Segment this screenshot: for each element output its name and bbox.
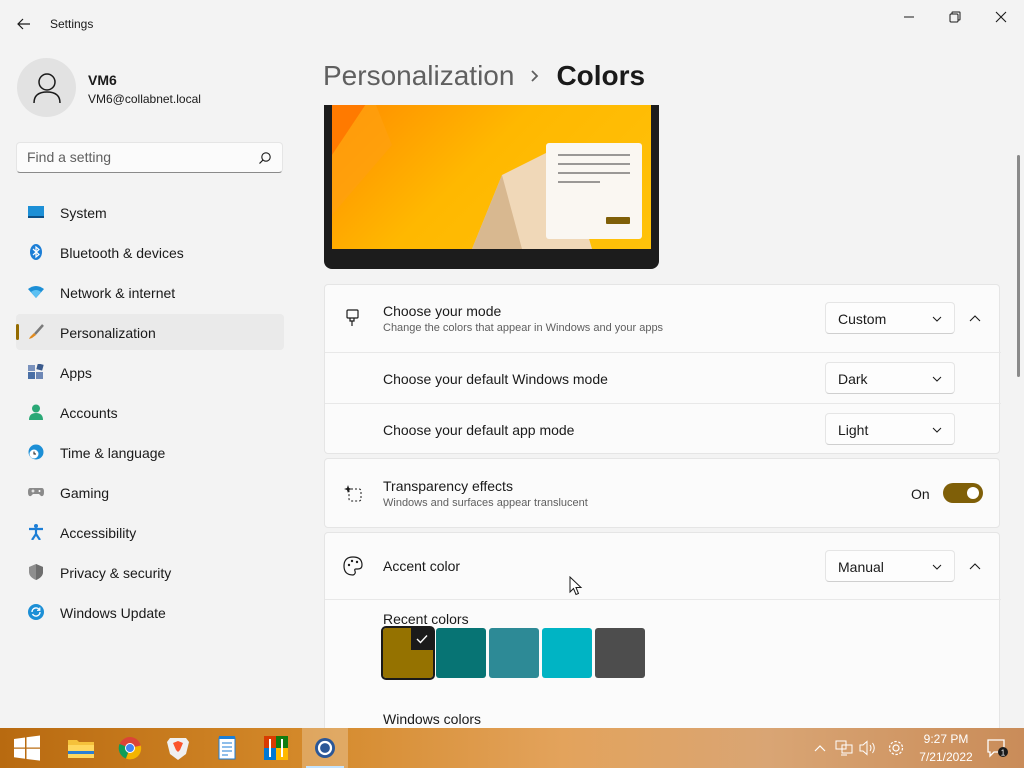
accent-dropdown[interactable]: Manual bbox=[825, 550, 955, 582]
notification-button[interactable]: 1 bbox=[986, 738, 1008, 758]
notepad-icon bbox=[218, 736, 236, 760]
toggle-knob bbox=[967, 487, 979, 499]
close-button[interactable] bbox=[978, 2, 1024, 32]
transparency-card: Transparency effects Windows and surface… bbox=[324, 458, 1000, 528]
check-icon bbox=[411, 628, 433, 650]
start-icon bbox=[14, 735, 40, 761]
color-swatch[interactable] bbox=[436, 628, 486, 678]
windows-mode-label: Choose your default Windows mode bbox=[383, 371, 608, 387]
transparency-state: On bbox=[911, 486, 930, 502]
notification-icon: 1 bbox=[987, 739, 1008, 758]
scrollbar[interactable] bbox=[1017, 155, 1020, 377]
color-swatch[interactable] bbox=[542, 628, 592, 678]
chevron-up-icon bbox=[969, 315, 981, 322]
mode-dropdown[interactable]: Custom bbox=[825, 302, 955, 334]
profile-name: VM6 bbox=[88, 72, 117, 88]
windows-colors-label: Windows colors bbox=[383, 711, 482, 727]
app-mode-value: Light bbox=[838, 422, 869, 438]
brave-icon bbox=[167, 738, 189, 760]
accent-expander[interactable] bbox=[965, 556, 985, 576]
taskbar: 9:27 PM 7/21/2022 1 bbox=[0, 728, 1024, 768]
app-mode-dropdown[interactable]: Light bbox=[825, 413, 955, 445]
palette-icon bbox=[343, 556, 363, 576]
accent-value: Manual bbox=[838, 559, 884, 575]
color-swatch[interactable] bbox=[489, 628, 539, 678]
transparency-title: Transparency effects bbox=[383, 478, 513, 494]
network-tray-icon[interactable] bbox=[834, 738, 854, 758]
file-explorer-icon bbox=[68, 740, 94, 758]
person-icon bbox=[32, 72, 61, 103]
divider bbox=[325, 599, 1001, 600]
page-title: Colors bbox=[556, 60, 646, 91]
colorful-app-icon bbox=[264, 736, 288, 760]
settings-tray-icon[interactable] bbox=[886, 738, 906, 758]
divider bbox=[325, 352, 1001, 353]
mode-subtitle: Change the colors that appear in Windows… bbox=[383, 322, 664, 334]
preview-window bbox=[546, 143, 642, 239]
taskbar-settings[interactable] bbox=[302, 728, 348, 768]
clock-time[interactable]: 9:27 PM bbox=[918, 732, 974, 746]
app-title: Settings bbox=[50, 17, 94, 31]
svg-text:1: 1 bbox=[1001, 749, 1006, 758]
settings-app-icon bbox=[315, 738, 335, 758]
color-preview bbox=[324, 105, 659, 269]
windows-mode-dropdown[interactable]: Dark bbox=[825, 362, 955, 394]
accent-card: Accent color Manual Recent colors Window… bbox=[324, 532, 1001, 728]
breadcrumb: Personalization Colors bbox=[323, 56, 645, 96]
divider bbox=[325, 403, 1001, 404]
chevron-down-icon bbox=[932, 316, 942, 322]
taskbar-chrome[interactable] bbox=[107, 728, 153, 768]
taskbar-notepad[interactable] bbox=[204, 728, 250, 768]
breadcrumb-parent[interactable]: Personalization bbox=[323, 60, 514, 92]
minimize-icon bbox=[904, 16, 914, 18]
chevron-down-icon bbox=[932, 564, 942, 570]
chevron-down-icon bbox=[932, 427, 942, 433]
show-hidden-icons[interactable] bbox=[810, 738, 830, 758]
transparency-toggle[interactable] bbox=[943, 483, 983, 503]
accent-title: Accent color bbox=[383, 558, 461, 574]
mode-card: Choose your mode Change the colors that … bbox=[324, 284, 1001, 454]
gear-icon bbox=[888, 740, 904, 756]
mode-value: Custom bbox=[838, 311, 887, 327]
arrow-left-icon bbox=[17, 18, 30, 30]
transparency-subtitle: Windows and surfaces appear translucent bbox=[383, 497, 588, 509]
paint-bucket-icon bbox=[346, 309, 359, 326]
restore-button[interactable] bbox=[932, 2, 978, 32]
color-swatch[interactable] bbox=[381, 626, 435, 680]
chevron-up-icon bbox=[814, 745, 826, 752]
app-mode-label: Choose your default app mode bbox=[383, 422, 575, 438]
main-content[interactable]: Choose your mode Change the colors that … bbox=[0, 105, 1024, 728]
mode-title: Choose your mode bbox=[383, 303, 502, 319]
chrome-icon bbox=[118, 737, 142, 760]
mouse-cursor-icon bbox=[569, 576, 583, 596]
taskbar-brave[interactable] bbox=[155, 728, 201, 768]
minimize-button[interactable] bbox=[886, 2, 932, 32]
mode-expander[interactable] bbox=[965, 308, 985, 328]
network-icon bbox=[835, 740, 853, 756]
taskbar-file-explorer[interactable] bbox=[58, 728, 104, 768]
close-icon bbox=[995, 11, 1007, 23]
windows-mode-value: Dark bbox=[838, 371, 868, 387]
chevron-down-icon bbox=[932, 376, 942, 382]
recent-colors bbox=[381, 626, 653, 680]
sparkle-icon bbox=[344, 485, 362, 502]
taskbar-colorful-app[interactable] bbox=[253, 728, 299, 768]
recent-colors-label: Recent colors bbox=[383, 611, 469, 627]
title-bar: Settings bbox=[0, 0, 1024, 48]
color-swatch[interactable] bbox=[595, 628, 645, 678]
speaker-icon bbox=[859, 740, 875, 756]
clock-date[interactable]: 7/21/2022 bbox=[914, 750, 978, 764]
chevron-up-icon bbox=[969, 563, 981, 570]
volume-tray-icon[interactable] bbox=[858, 738, 878, 758]
start-button[interactable] bbox=[6, 728, 48, 768]
profile-email: VM6@collabnet.local bbox=[88, 92, 201, 106]
restore-icon bbox=[949, 11, 961, 23]
chevron-right-icon bbox=[530, 69, 540, 83]
preview-wallpaper bbox=[332, 105, 651, 249]
back-button[interactable] bbox=[10, 12, 38, 36]
